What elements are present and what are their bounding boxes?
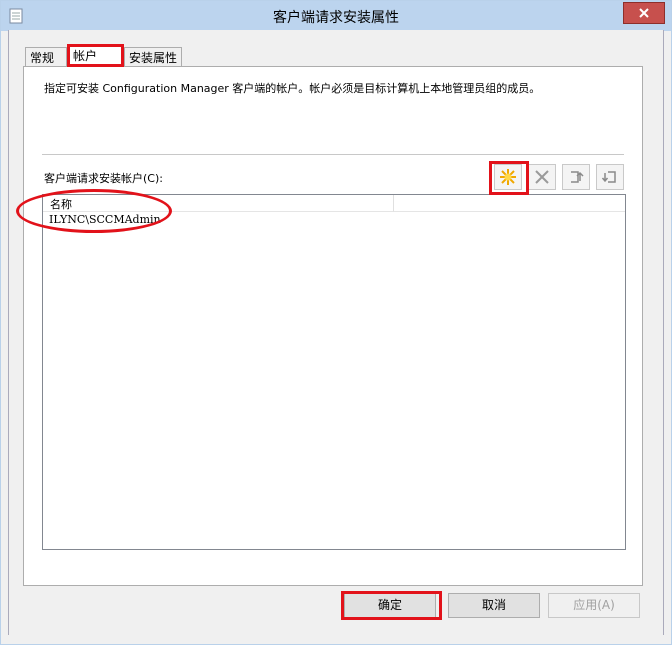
column-header-label: 名称 [50,198,72,211]
move-up-button[interactable] [562,164,590,190]
tab-general[interactable]: 常规 [25,47,67,67]
separator [42,154,624,155]
tab-install-properties[interactable]: 安装属性 [124,47,182,67]
move-down-button[interactable] [596,164,624,190]
account-list[interactable]: 名称 ILYNC\SCCMAdmin [42,194,626,550]
description-text: 指定可安装 Configuration Manager 客户端的帐户。帐户必须是… [44,82,541,95]
delete-account-button[interactable] [528,164,556,190]
ok-button[interactable]: 确定 [344,593,436,618]
apply-button[interactable]: 应用(A) [548,593,640,618]
new-account-button[interactable] [494,164,522,190]
account-list-label: 客户端请求安装帐户(C): [44,172,163,185]
close-icon [639,8,649,18]
move-up-icon [571,171,584,183]
move-down-icon [602,171,616,183]
new-star-icon [500,169,516,185]
tab-account[interactable]: 帐户 [68,45,124,67]
column-header-empty [394,195,625,212]
cancel-button[interactable]: 取消 [448,593,540,618]
window-title: 客户端请求安装属性 [273,10,399,26]
delete-x-icon [535,170,549,184]
column-header-name[interactable]: 名称 [43,195,394,212]
list-item[interactable]: ILYNC\SCCMAdmin [49,213,161,226]
title-bar[interactable]: 客户端请求安装属性 [1,1,671,31]
close-button[interactable] [623,2,665,24]
